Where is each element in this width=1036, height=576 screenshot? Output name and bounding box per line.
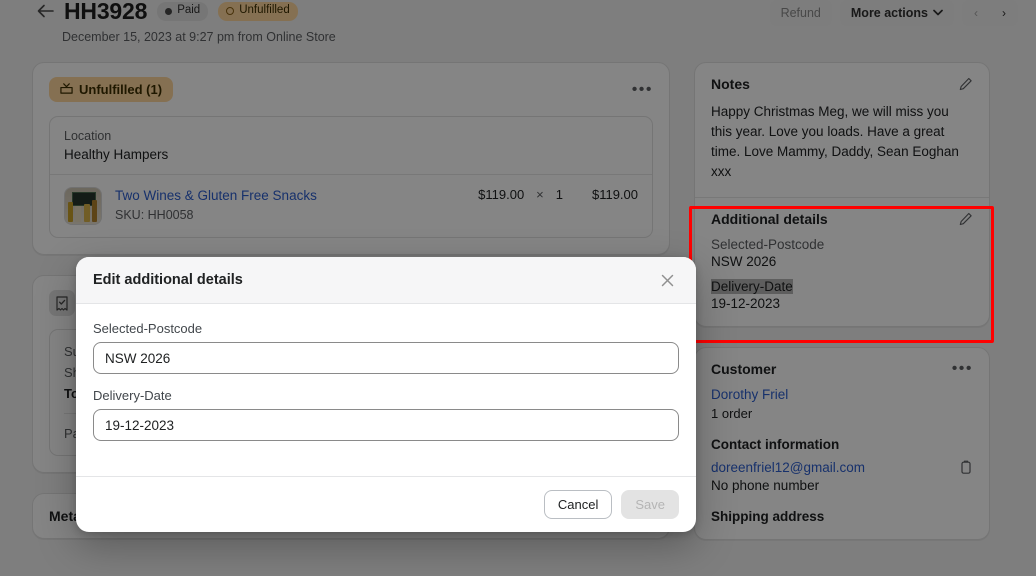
modal-title: Edit additional details — [93, 272, 243, 288]
modal-body: Selected-Postcode Delivery-Date — [76, 304, 696, 476]
selected-postcode-input[interactable] — [93, 342, 679, 374]
field-selected-postcode: Selected-Postcode — [93, 321, 679, 374]
close-icon[interactable] — [656, 269, 678, 291]
field-delivery-date: Delivery-Date — [93, 388, 679, 441]
cancel-button[interactable]: Cancel — [543, 490, 613, 519]
order-details-page: HH3928 Paid Unfulfilled December 15, 202… — [0, 0, 1036, 576]
save-button: Save — [621, 490, 679, 519]
field-label-delivery-date: Delivery-Date — [93, 388, 172, 403]
modal-footer: Cancel Save — [76, 476, 696, 532]
modal-header: Edit additional details — [76, 257, 696, 304]
delivery-date-input[interactable] — [93, 409, 679, 441]
field-label-selected-postcode: Selected-Postcode — [93, 321, 203, 336]
edit-additional-details-modal: Edit additional details Selected-Postcod… — [76, 257, 696, 532]
